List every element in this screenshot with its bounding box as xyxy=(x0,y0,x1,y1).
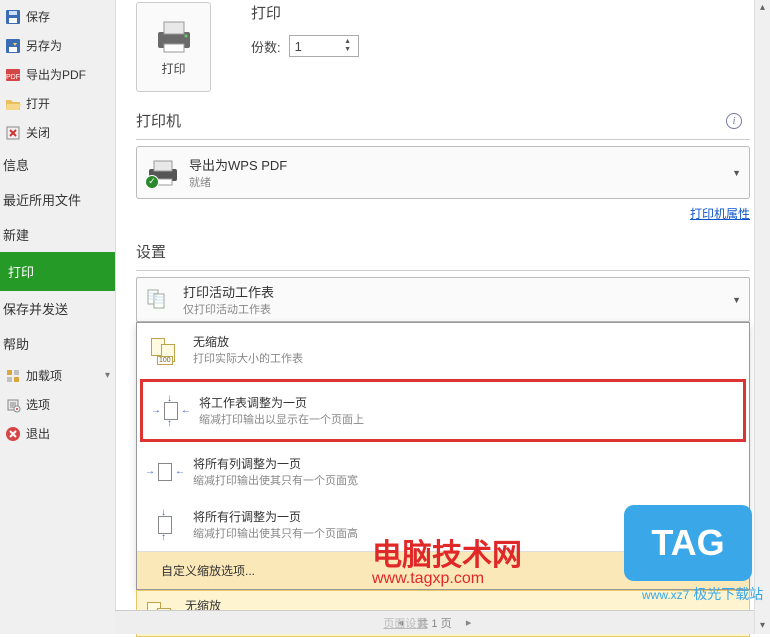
chevron-icon: ▾ xyxy=(105,370,110,381)
option-sub: 打印实际大小的工作表 xyxy=(193,350,303,366)
close-icon xyxy=(5,125,21,141)
sidebar-label: 打印 xyxy=(8,262,34,281)
scroll-down-icon[interactable]: ▾ xyxy=(755,618,770,634)
option-sub: 缩减打印输出使其只有一个页面高 xyxy=(193,525,358,541)
sidebar-label: 打开 xyxy=(26,95,50,112)
printer-info-button[interactable]: i xyxy=(726,113,742,129)
options-icon xyxy=(5,397,21,413)
print-area-selector[interactable]: 打印活动工作表 仅打印活动工作表 ▼ xyxy=(136,277,750,322)
saveas-icon xyxy=(5,38,21,54)
scroll-up-icon[interactable]: ▴ xyxy=(755,0,770,16)
sidebar-label: 选项 xyxy=(26,396,50,413)
print-title: 打印 xyxy=(251,2,359,23)
sidebar-label: 关闭 xyxy=(26,124,50,141)
watermark-text: 电脑技术网 xyxy=(372,530,522,574)
scale-option-none[interactable]: 100 无缩放 打印实际大小的工作表 xyxy=(137,323,749,376)
sidebar-item-new[interactable]: 新建 xyxy=(0,217,115,252)
sidebar-item-help[interactable]: 帮助 xyxy=(0,326,115,361)
copies-value: 1 xyxy=(295,39,302,54)
setting-title: 打印活动工作表 xyxy=(183,282,274,301)
option-title: 将工作表调整为一页 xyxy=(199,394,364,411)
printer-status: 就绪 xyxy=(189,174,287,190)
sidebar-label: 另存为 xyxy=(26,37,62,54)
sidebar: 保存 另存为 PDF 导出为PDF 打开 关闭 信息 最近所用文件 新建 打印 … xyxy=(0,0,115,634)
option-sub: 缩减打印输出使其只有一个页面宽 xyxy=(193,472,358,488)
open-icon xyxy=(5,96,21,112)
print-button[interactable]: 打印 xyxy=(136,2,211,92)
sidebar-label: 退出 xyxy=(26,425,50,442)
sidebar-item-open[interactable]: 打开 xyxy=(0,89,115,118)
watermark-sub: www.xz7 极光下载站 xyxy=(642,584,763,604)
option-title: 将所有列调整为一页 xyxy=(193,455,358,472)
setting-sub: 仅打印活动工作表 xyxy=(183,301,274,317)
option-title: 自定义缩放选项... xyxy=(161,562,255,579)
exit-icon xyxy=(5,426,21,442)
sidebar-item-save[interactable]: 保存 xyxy=(0,2,115,31)
sidebar-item-export-pdf[interactable]: PDF 导出为PDF xyxy=(0,60,115,89)
sidebar-item-save-send[interactable]: 保存并发送 xyxy=(0,291,115,326)
sidebar-item-addins[interactable]: 加载项 ▾ xyxy=(0,361,115,390)
sidebar-label: 保存 xyxy=(26,8,50,25)
printer-properties-link[interactable]: 打印机属性 xyxy=(690,207,750,221)
spinner-up-icon[interactable]: ▲ xyxy=(343,38,353,46)
settings-section-title: 设置 xyxy=(136,241,750,262)
scale-option-fit-columns[interactable]: → ← 将所有列调整为一页 缩减打印输出使其只有一个页面宽 xyxy=(137,445,749,498)
sidebar-item-close[interactable]: 关闭 xyxy=(0,118,115,147)
printer-selector[interactable]: ✓ 导出为WPS PDF 就绪 ▼ xyxy=(136,146,750,199)
watermark-badge: TAG xyxy=(624,505,752,581)
chevron-down-icon: ▼ xyxy=(732,168,741,178)
printer-device-icon: ✓ xyxy=(147,159,179,187)
printer-name: 导出为WPS PDF xyxy=(189,155,287,174)
no-scale-icon: 100 xyxy=(151,336,179,364)
pdf-icon: PDF xyxy=(5,67,21,83)
copies-label: 份数: xyxy=(251,37,281,56)
print-button-label: 打印 xyxy=(161,60,185,77)
page-setup-link[interactable]: 页面设置 xyxy=(383,615,427,631)
sidebar-item-exit[interactable]: 退出 xyxy=(0,419,115,448)
option-title: 将所有行调整为一页 xyxy=(193,508,358,525)
scale-option-fit-sheet[interactable]: ↓ ↑ → ← 将工作表调整为一页 缩减打印输出以显示在一个页面上 xyxy=(140,379,746,442)
fit-page-icon: ↓ ↑ → ← xyxy=(157,397,185,425)
svg-text:PDF: PDF xyxy=(6,74,20,81)
sidebar-label: 加载项 xyxy=(26,367,62,384)
fit-columns-icon: → ← xyxy=(151,458,179,486)
ready-badge-icon: ✓ xyxy=(145,175,159,189)
sidebar-label: 导出为PDF xyxy=(26,66,86,83)
option-title: 无缩放 xyxy=(193,333,303,350)
sidebar-item-saveas[interactable]: 另存为 xyxy=(0,31,115,60)
option-sub: 缩减打印输出以显示在一个页面上 xyxy=(199,411,364,427)
sidebar-item-options[interactable]: 选项 xyxy=(0,390,115,419)
watermark-url: www.tagxp.com xyxy=(372,570,484,588)
sidebar-item-info[interactable]: 信息 xyxy=(0,147,115,182)
copies-input[interactable]: 1 ▲ ▼ xyxy=(289,35,359,57)
vertical-scrollbar[interactable]: ▴ ▾ xyxy=(754,0,770,634)
fit-rows-icon: ↓ ↑ xyxy=(151,511,179,539)
addin-icon xyxy=(5,368,21,384)
printer-section-title: 打印机 xyxy=(136,110,750,131)
chevron-down-icon: ▼ xyxy=(732,295,741,305)
next-page-button[interactable]: ▸ xyxy=(462,616,476,629)
spinner-down-icon[interactable]: ▼ xyxy=(343,46,353,54)
status-bar: ◂ 共 1 页 ▸ 页面设置 xyxy=(115,610,754,634)
printer-icon xyxy=(154,18,194,54)
sheets-icon xyxy=(145,287,173,313)
save-icon xyxy=(5,9,21,25)
info-icon: i xyxy=(726,113,742,129)
sidebar-item-recent[interactable]: 最近所用文件 xyxy=(0,182,115,217)
sidebar-item-print[interactable]: 打印 xyxy=(0,252,115,291)
